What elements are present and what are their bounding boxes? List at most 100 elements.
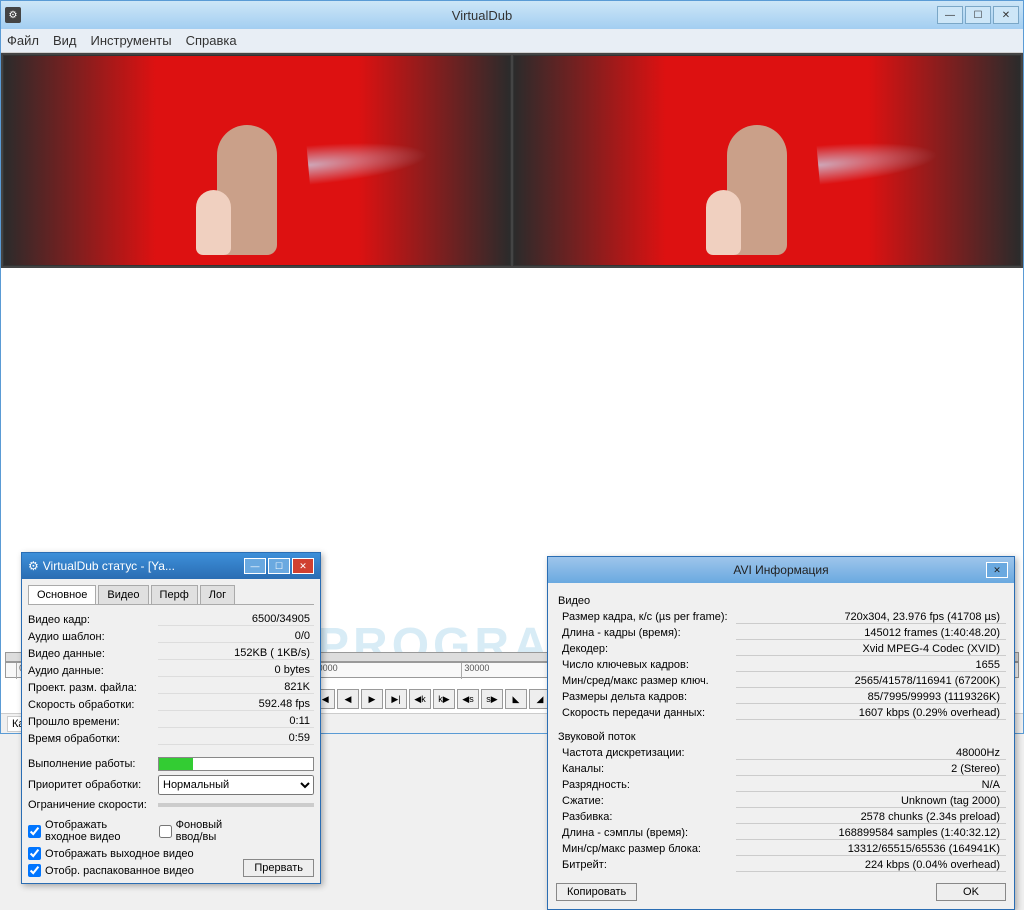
status-min-button[interactable]: —	[244, 558, 266, 574]
video-section-title: Видео	[558, 595, 1006, 607]
stat-grid: Видео кадр:6500/34905 Аудио шаблон:0/0 В…	[28, 611, 314, 747]
avi-info-dialog: AVI Информация ✕ Видео Размер кадра, к/с…	[547, 556, 1015, 910]
gear-icon: ⚙	[28, 559, 39, 573]
lbl-proc-time: Время обработки:	[28, 733, 158, 745]
status-dialog: ⚙ VirtualDub статус - [Ya... — ☐ ✕ Основ…	[21, 552, 321, 884]
lbl-block: Мин/ср/макс размер блока:	[556, 843, 736, 855]
menu-tools[interactable]: Инструменты	[91, 33, 172, 48]
output-video-pane[interactable]	[513, 55, 1021, 266]
lbl-audio-data: Аудио данные:	[28, 665, 158, 677]
val-elapsed: 0:11	[158, 715, 314, 728]
chk-show-output[interactable]	[28, 847, 41, 860]
val-bits: N/A	[736, 779, 1006, 792]
lbl-limit: Ограничение скорости:	[28, 799, 158, 811]
lbl-frame-size: Размер кадра, к/с (µs per frame):	[556, 611, 736, 623]
main-window: ⚙ VirtualDub — ☐ ✕ Файл Вид Инструменты …	[0, 0, 1024, 734]
progress-bar	[158, 757, 314, 771]
scene-prev-button[interactable]: ◀s	[457, 689, 479, 709]
val-srate: 48000Hz	[736, 747, 1006, 760]
input-video-pane[interactable]	[3, 55, 511, 266]
app-title: VirtualDub	[27, 8, 937, 23]
menu-view[interactable]: Вид	[53, 33, 77, 48]
lbl-priority: Приоритет обработки:	[28, 779, 158, 791]
tab-perf[interactable]: Перф	[151, 585, 198, 604]
val-frame-size: 720x304, 23.976 fps (41708 µs)	[736, 611, 1006, 624]
menu-file[interactable]: Файл	[7, 33, 39, 48]
copy-button[interactable]: Копировать	[556, 883, 637, 901]
character-baby	[706, 190, 741, 255]
val-layout: 2578 chunks (2.34s preload)	[736, 811, 1006, 824]
maximize-button[interactable]: ☐	[965, 6, 991, 24]
lbl-bits: Разрядность:	[556, 779, 736, 791]
val-keyframes: 1655	[736, 659, 1006, 672]
val-delta-size: 85/7995/99993 (1119326K)	[736, 691, 1006, 704]
abort-button[interactable]: Прервать	[243, 859, 314, 877]
chk-show-input-lbl: Отображать входное видео	[45, 819, 151, 843]
val-proc-speed: 592.48 fps	[158, 698, 314, 711]
ok-button[interactable]: OK	[936, 883, 1006, 901]
menu-help[interactable]: Справка	[186, 33, 237, 48]
content-area: BOXPROGRAMS.RU 0 10000 20000 30000 40000…	[1, 268, 1023, 733]
mark-in-button[interactable]: ◣	[505, 689, 527, 709]
menubar: Файл Вид Инструменты Справка	[1, 29, 1023, 53]
window-buttons: — ☐ ✕	[937, 6, 1019, 24]
step-back-button[interactable]: ◀	[337, 689, 359, 709]
val-bitrate: 224 kbps (0.04% overhead)	[736, 859, 1006, 872]
goto-end-button[interactable]: ▶|	[385, 689, 407, 709]
lbl-length: Длина - кадры (время):	[556, 627, 736, 639]
lbl-alength: Длина - сэмплы (время):	[556, 827, 736, 839]
val-compr: Unknown (tag 2000)	[736, 795, 1006, 808]
limit-slider[interactable]	[158, 803, 314, 807]
lbl-video-frame: Видео кадр:	[28, 614, 158, 626]
video-area	[1, 53, 1023, 268]
avi-body: Видео Размер кадра, к/с (µs per frame):7…	[548, 583, 1014, 909]
lbl-elapsed: Прошло времени:	[28, 716, 158, 728]
step-fwd-button[interactable]: ▶	[361, 689, 383, 709]
status-dialog-titlebar[interactable]: ⚙ VirtualDub статус - [Ya... — ☐ ✕	[22, 553, 320, 579]
val-audio-tpl: 0/0	[158, 630, 314, 643]
avi-close-button[interactable]: ✕	[986, 562, 1008, 578]
val-channels: 2 (Stereo)	[736, 763, 1006, 776]
lbl-datarate: Скорость передачи данных:	[556, 707, 736, 719]
val-proj-size: 821K	[158, 681, 314, 694]
titlebar: ⚙ VirtualDub — ☐ ✕	[1, 1, 1023, 29]
input-frame	[4, 56, 510, 265]
val-alength: 168899584 samples (1:40:32.12)	[736, 827, 1006, 840]
scene-next-button[interactable]: s▶	[481, 689, 503, 709]
priority-select[interactable]: Нормальный	[158, 775, 314, 795]
tab-log[interactable]: Лог	[200, 585, 235, 604]
lbl-proj-size: Проект. разм. файла:	[28, 682, 158, 694]
audio-section-title: Звуковой поток	[558, 731, 1006, 743]
status-max-button[interactable]: ☐	[268, 558, 290, 574]
avi-title: AVI Информация	[733, 563, 828, 577]
tab-video[interactable]: Видео	[98, 585, 148, 604]
chk-show-input[interactable]	[28, 825, 41, 838]
chk-show-unpack[interactable]	[28, 864, 41, 877]
val-audio-data: 0 bytes	[158, 664, 314, 677]
status-dialog-title: VirtualDub статус - [Ya...	[43, 559, 244, 573]
lbl-proc-speed: Скорость обработки:	[28, 699, 158, 711]
lbl-key-size: Мин/сред/макс размер ключ.	[556, 675, 736, 687]
val-length: 145012 frames (1:40:48.20)	[736, 627, 1006, 640]
status-body: Основное Видео Перф Лог Видео кадр:6500/…	[22, 579, 320, 883]
close-button[interactable]: ✕	[993, 6, 1019, 24]
avi-titlebar[interactable]: AVI Информация ✕	[548, 557, 1014, 583]
lbl-srate: Частота дискретизации:	[556, 747, 736, 759]
chk-show-unpack-lbl: Отобр. распакованное видео	[45, 865, 194, 877]
lbl-progress: Выполнение работы:	[28, 758, 158, 770]
chk-show-output-lbl: Отображать выходное видео	[45, 848, 194, 860]
status-close-button[interactable]: ✕	[292, 558, 314, 574]
val-key-size: 2565/41578/116941 (67200K)	[736, 675, 1006, 688]
chk-bg-io-lbl: Фоновый ввод/вы	[176, 819, 244, 843]
minimize-button[interactable]: —	[937, 6, 963, 24]
lbl-decoder: Декодер:	[556, 643, 736, 655]
tab-main[interactable]: Основное	[28, 585, 96, 604]
key-prev-button[interactable]: ◀k	[409, 689, 431, 709]
key-next-button[interactable]: k▶	[433, 689, 455, 709]
lbl-audio-tpl: Аудио шаблон:	[28, 631, 158, 643]
output-frame	[514, 56, 1020, 265]
lbl-compr: Сжатие:	[556, 795, 736, 807]
chk-bg-io[interactable]	[159, 825, 172, 838]
val-video-frame: 6500/34905	[158, 613, 314, 626]
lbl-delta-size: Размеры дельта кадров:	[556, 691, 736, 703]
